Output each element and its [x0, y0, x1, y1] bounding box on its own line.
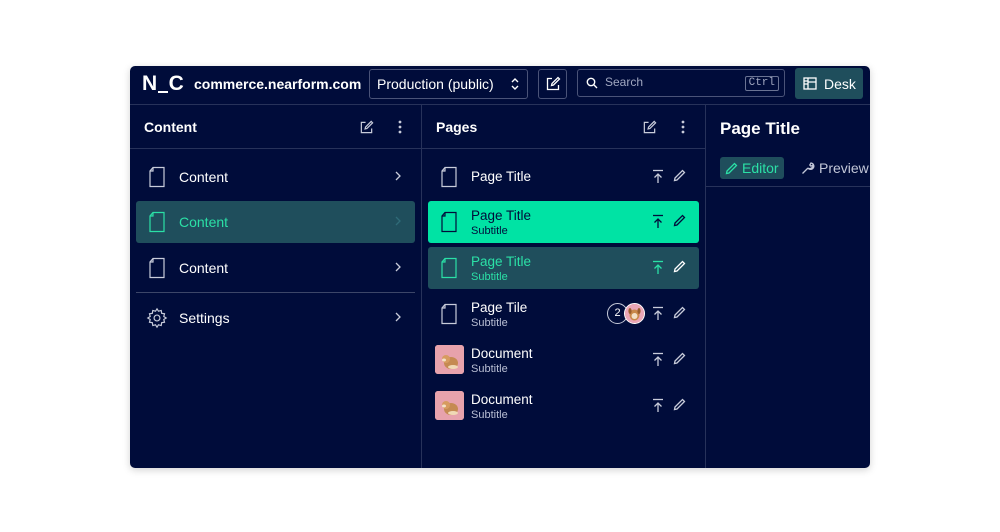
document-title: Page Title — [720, 119, 800, 138]
search-shortcut: Ctrl — [744, 76, 779, 91]
desk-icon — [803, 77, 817, 90]
document-icon — [149, 211, 165, 233]
chevron-right-icon — [395, 216, 401, 226]
pencil-icon[interactable] — [673, 306, 686, 319]
search-icon — [586, 77, 598, 89]
more-menu-button[interactable] — [675, 119, 691, 135]
avatar — [624, 303, 645, 324]
content-pane: Content Content Content Content Settings — [130, 105, 422, 468]
desk-label: Desk — [824, 75, 856, 92]
compose-button[interactable] — [358, 119, 374, 135]
divider — [706, 186, 870, 187]
pencil-icon[interactable] — [673, 169, 686, 182]
page-subtitle: Subtitle — [471, 317, 508, 329]
document-icon — [441, 257, 457, 279]
pencil-icon[interactable] — [673, 352, 686, 365]
page-title: Document — [471, 346, 533, 361]
page-list-item[interactable]: Document Subtitle — [428, 385, 699, 427]
tab-preview[interactable]: Preview — [796, 157, 870, 179]
more-menu-button[interactable] — [392, 119, 408, 135]
gear-icon — [146, 307, 168, 329]
document-icon — [441, 211, 457, 233]
document-thumbnail — [435, 345, 464, 374]
settings-list-item[interactable]: Settings — [136, 297, 415, 339]
publish-icon[interactable] — [651, 352, 665, 367]
pane-title: Pages — [436, 119, 478, 135]
chevron-up-down-icon — [511, 78, 519, 90]
page-title: Document — [471, 392, 533, 407]
compose-button[interactable] — [641, 119, 657, 135]
page-subtitle: Subtitle — [471, 409, 508, 421]
compose-icon — [643, 120, 656, 133]
content-list-item[interactable]: Content — [136, 247, 415, 289]
document-thumbnail — [435, 391, 464, 420]
search-box[interactable]: Ctrl — [577, 69, 785, 97]
domain-label: commerce.nearform.com — [194, 76, 362, 92]
document-icon — [149, 166, 165, 188]
page-list-item[interactable]: Document Subtitle — [428, 339, 699, 381]
publish-icon[interactable] — [651, 306, 665, 321]
desk-button[interactable]: Desk — [795, 68, 863, 99]
page-title: Page Title — [471, 169, 532, 184]
page-subtitle: Subtitle — [471, 225, 508, 237]
environment-select[interactable]: Production (public) — [369, 69, 528, 99]
wrench-icon — [802, 162, 815, 174]
pane-title: Content — [144, 119, 197, 135]
content-list-item-active[interactable]: Content — [136, 201, 415, 243]
tab-label: Editor — [742, 160, 779, 176]
more-vertical-icon — [681, 120, 685, 134]
item-label: Settings — [179, 310, 230, 326]
publish-icon[interactable] — [651, 260, 665, 275]
pencil-icon[interactable] — [673, 260, 686, 273]
page-subtitle: Subtitle — [471, 363, 508, 375]
compose-icon — [360, 120, 373, 133]
search-input[interactable] — [605, 75, 745, 89]
page-list-item[interactable]: Page Title — [428, 156, 699, 198]
chevron-right-icon — [395, 171, 401, 181]
compose-icon — [546, 76, 560, 91]
content-pane-header: Content — [130, 105, 421, 149]
pages-pane: Pages Page Title Page Title Subtitle Pag… — [422, 105, 706, 468]
tab-label: Preview — [819, 160, 869, 176]
page-title: Page Title — [471, 254, 532, 269]
dog-image-icon — [435, 391, 464, 420]
item-label: Content — [179, 169, 229, 185]
page-subtitle: Subtitle — [471, 271, 508, 283]
logo[interactable]: NC — [142, 72, 184, 96]
document-pane: Page Title Editor Preview — [706, 105, 870, 468]
environment-selected: Production (public) — [377, 76, 494, 92]
top-bar: NC commerce.nearform.com Production (pub… — [130, 66, 870, 105]
page-list-item[interactable]: Page Tile Subtitle 2 — [428, 293, 699, 335]
page-list-item-selected[interactable]: Page Title Subtitle — [428, 201, 699, 243]
item-label: Content — [179, 214, 229, 230]
more-vertical-icon — [398, 120, 402, 134]
document-icon — [441, 303, 457, 325]
pencil-icon[interactable] — [673, 398, 686, 411]
divider — [136, 292, 415, 293]
item-label: Content — [179, 260, 229, 276]
dog-image-icon — [435, 345, 464, 374]
studio-window: NC commerce.nearform.com Production (pub… — [130, 66, 870, 468]
document-icon — [441, 166, 457, 188]
chevron-right-icon — [395, 262, 401, 272]
page-title: Page Tile — [471, 300, 528, 315]
pages-pane-header: Pages — [422, 105, 705, 149]
pencil-icon[interactable] — [673, 214, 686, 227]
pencil-icon — [725, 162, 738, 174]
document-icon — [149, 257, 165, 279]
page-list-item-open[interactable]: Page Title Subtitle — [428, 247, 699, 289]
chevron-right-icon — [395, 312, 401, 322]
compose-button[interactable] — [538, 69, 567, 99]
publish-icon[interactable] — [651, 398, 665, 413]
publish-icon[interactable] — [651, 214, 665, 229]
content-list-item[interactable]: Content — [136, 156, 415, 198]
dog-avatar-icon — [625, 304, 644, 323]
page-title: Page Title — [471, 208, 532, 223]
tab-editor[interactable]: Editor — [720, 157, 784, 179]
publish-icon[interactable] — [651, 169, 665, 184]
